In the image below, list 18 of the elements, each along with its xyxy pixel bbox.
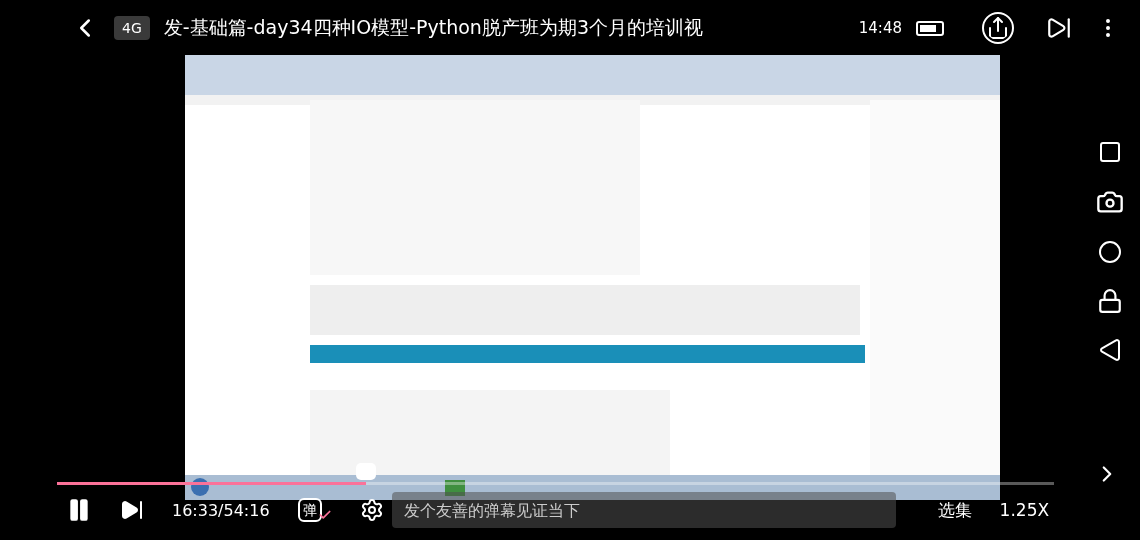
video-title: 发-基础篇-day34四种IO模型-Python脱产班为期3个月的培训视 (163, 15, 704, 40)
danmaku-toggle[interactable]: 弹 (297, 498, 322, 522)
danmaku-settings-icon[interactable] (359, 498, 384, 522)
upload-circle-icon[interactable] (982, 12, 1014, 44)
progress-track[interactable] (57, 463, 1054, 485)
circle-icon[interactable] (1098, 240, 1122, 264)
progress-handle[interactable] (356, 463, 377, 480)
clock: 14:48 (858, 19, 902, 37)
episodes-button[interactable]: 选集 (937, 498, 972, 522)
battery-icon (916, 20, 944, 36)
lock-icon[interactable] (1097, 288, 1123, 314)
speed-button[interactable]: 1.25X (999, 500, 1050, 520)
play-time: 16:33/54:16 (172, 500, 270, 520)
danmaku-input[interactable]: 发个友善的弹幕见证当下 (391, 492, 896, 528)
network-badge: 4G (114, 16, 150, 40)
back-triangle-icon[interactable] (1098, 338, 1122, 362)
next-icon[interactable] (120, 498, 144, 522)
square-icon[interactable] (1098, 140, 1122, 164)
